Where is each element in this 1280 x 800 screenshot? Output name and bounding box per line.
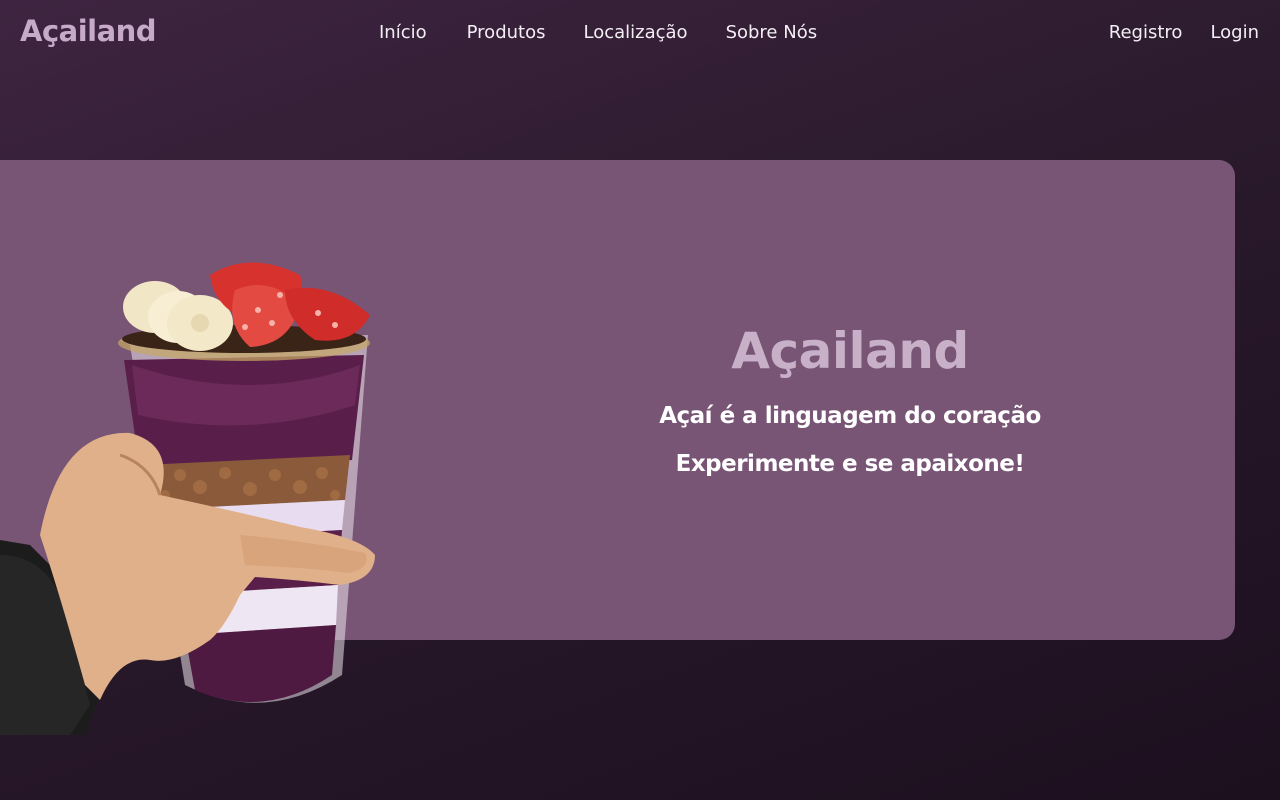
hero-text: Açailand Açaí é a linguagem do coração E… xyxy=(600,160,1100,640)
hero-subtagline: Experimente e se apaixone! xyxy=(675,451,1025,477)
hero-title: Açailand xyxy=(731,322,969,380)
auth-nav: Registro Login xyxy=(1109,22,1259,43)
nav-produtos[interactable]: Produtos xyxy=(467,22,546,43)
top-navbar: Açailand Início Produtos Localização Sob… xyxy=(0,0,1280,70)
brand-logo[interactable]: Açailand xyxy=(20,14,157,48)
nav-localizacao[interactable]: Localização xyxy=(583,22,687,43)
nav-sobre-nos[interactable]: Sobre Nós xyxy=(726,22,818,43)
register-link[interactable]: Registro xyxy=(1109,22,1183,43)
acai-cup-image xyxy=(0,262,375,735)
hero-tagline: Açaí é a linguagem do coração xyxy=(659,403,1041,429)
nav-inicio[interactable]: Início xyxy=(379,22,427,43)
main-nav: Início Produtos Localização Sobre Nós xyxy=(379,22,817,43)
login-link[interactable]: Login xyxy=(1210,22,1259,43)
